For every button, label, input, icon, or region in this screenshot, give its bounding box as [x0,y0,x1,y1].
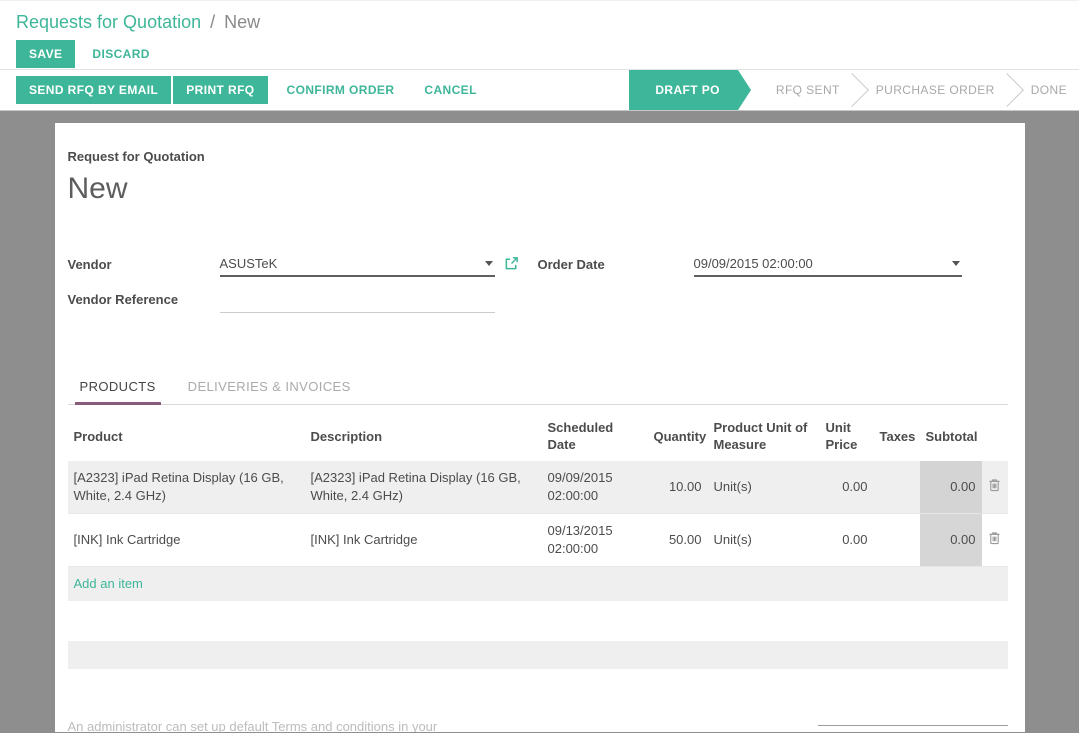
save-button[interactable]: SAVE [16,40,75,68]
add-an-item-link[interactable]: Add an item [68,567,1008,602]
delete-row-button[interactable] [982,514,1008,567]
column-header-taxes[interactable]: Taxes [874,409,920,461]
cell-description[interactable]: [A2323] iPad Retina Display (16 GB, Whit… [305,461,542,514]
top-header: Requests for Quotation / New SAVE DISCAR… [0,0,1079,69]
vendor-reference-input[interactable] [220,289,495,313]
sheet-label: Request for Quotation [68,149,1008,164]
cell-unit-price[interactable]: 0.00 [820,461,874,514]
form-page: Request for Quotation New Vendor ASUSTeK [0,111,1079,732]
send-rfq-by-email-button[interactable]: SEND RFQ BY EMAIL [16,76,171,104]
field-groups: Vendor ASUSTeK [68,254,1008,324]
cell-uom[interactable]: Unit(s) [708,461,820,514]
field-group-right: Order Date 09/09/2015 02:00:00 [538,254,1008,324]
vendor-reference-label: Vendor Reference [68,289,220,316]
print-rfq-button[interactable]: PRINT RFQ [173,76,267,104]
column-header-quantity[interactable]: Quantity [648,409,708,461]
tab-products[interactable]: PRODUCTS [75,370,161,405]
order-date-input[interactable]: 09/09/2015 02:00:00 [694,254,962,277]
terms-conditions-textarea[interactable]: An administrator can set up default Term… [68,717,490,732]
statusbar-step-purchase-order[interactable]: PURCHASE ORDER [864,83,1007,97]
statusbar: DRAFT PO RFQ SENT PURCHASE ORDER DONE [629,70,1079,110]
order-date-value: 09/09/2015 02:00:00 [694,256,946,271]
discard-button[interactable]: DISCARD [79,40,162,68]
column-header-scheduled-date[interactable]: Scheduled Date [542,409,648,461]
statusbar-step-done[interactable]: DONE [1019,83,1079,97]
products-table: Product Description Scheduled Date Quant… [68,409,1008,601]
cell-scheduled-date[interactable]: 09/13/2015 02:00:00 [542,514,648,567]
form-sheet: Request for Quotation New Vendor ASUSTeK [55,123,1025,732]
cell-product[interactable]: [INK] Ink Cartridge [68,514,305,567]
caret-down-icon[interactable] [485,261,493,266]
cell-uom[interactable]: Unit(s) [708,514,820,567]
breadcrumb: Requests for Quotation / New [16,11,1063,33]
cell-subtotal: 0.00 [920,514,982,567]
cell-description[interactable]: [INK] Ink Cartridge [305,514,542,567]
trash-icon [988,478,1001,492]
table-row[interactable]: [INK] Ink Cartridge [INK] Ink Cartridge … [68,514,1008,567]
cell-scheduled-date[interactable]: 09/09/2015 02:00:00 [542,461,648,514]
column-header-unit-price[interactable]: Unit Price [820,409,874,461]
table-header-row: Product Description Scheduled Date Quant… [68,409,1008,461]
cell-subtotal: 0.00 [920,461,982,514]
page-title: New [68,172,1008,206]
external-link-icon[interactable] [504,256,519,276]
column-header-subtotal[interactable]: Subtotal [920,409,982,461]
field-group-left: Vendor ASUSTeK [68,254,538,324]
totals-panel: Untaxed Amount : 0.00€ Taxes : 0.00€ Tot… [818,725,1008,732]
column-header-uom[interactable]: Product Unit of Measure [708,409,820,461]
trash-icon [988,531,1001,545]
confirm-order-button[interactable]: CONFIRM ORDER [274,76,408,104]
order-date-label: Order Date [538,254,694,281]
chevron-right-icon [835,73,869,107]
cell-taxes[interactable] [874,514,920,567]
bottom-section: An administrator can set up default Term… [68,717,1008,732]
breadcrumb-parent-link[interactable]: Requests for Quotation [16,12,201,32]
header-actions: SAVE DISCARD [16,40,1063,68]
cell-product[interactable]: [A2323] iPad Retina Display (16 GB, Whit… [68,461,305,514]
empty-section-bar [68,641,1008,669]
add-item-row: Add an item [68,567,1008,602]
vendor-label: Vendor [68,254,220,281]
vendor-input[interactable]: ASUSTeK [220,254,495,277]
tab-deliveries-invoices[interactable]: DELIVERIES & INVOICES [183,370,356,405]
untaxed-amount-row: Untaxed Amount : 0.00€ [818,725,1008,732]
column-header-description[interactable]: Description [305,409,542,461]
breadcrumb-current: New [224,12,260,32]
action-toolbar: SEND RFQ BY EMAIL PRINT RFQ CONFIRM ORDE… [0,69,1079,111]
terms-placeholder: An administrator can set up default Term… [68,719,438,732]
breadcrumb-separator: / [206,12,219,32]
caret-down-icon[interactable] [952,261,960,266]
chevron-right-icon [990,73,1024,107]
cell-taxes[interactable] [874,461,920,514]
vendor-value: ASUSTeK [220,256,479,271]
cell-quantity[interactable]: 50.00 [648,514,708,567]
cell-quantity[interactable]: 10.00 [648,461,708,514]
delete-row-button[interactable] [982,461,1008,514]
cancel-button[interactable]: CANCEL [411,76,489,104]
column-header-product[interactable]: Product [68,409,305,461]
table-row[interactable]: [A2323] iPad Retina Display (16 GB, Whit… [68,461,1008,514]
statusbar-step-draft-po[interactable]: DRAFT PO [629,70,738,110]
cell-unit-price[interactable]: 0.00 [820,514,874,567]
column-header-actions [982,409,1008,461]
notebook-tabs: PRODUCTS DELIVERIES & INVOICES [68,370,1008,405]
